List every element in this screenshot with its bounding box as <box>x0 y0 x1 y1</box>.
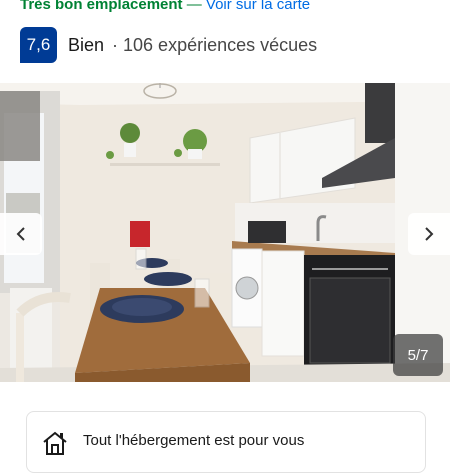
facility-text: Tout l'hébergement est pour vous <box>83 432 305 449</box>
reviews-count[interactable]: · 106 expériences vécues <box>112 35 317 56</box>
facility-card: Tout l'hébergement est pour vous <box>26 411 426 473</box>
chevron-left-icon <box>16 227 25 241</box>
kitchen-photo-illustration <box>0 83 450 382</box>
next-photo-button[interactable] <box>408 213 450 255</box>
map-link[interactable]: Voir sur la carte <box>206 0 310 13</box>
score-badge: 7,6 <box>20 27 57 63</box>
rating-word: Bien <box>68 34 105 55</box>
location-highlight: Très bon emplacement — Voir sur la carte <box>20 0 310 15</box>
chevron-right-icon <box>425 227 434 241</box>
previous-photo-button[interactable] <box>0 213 42 255</box>
separator: — <box>182 0 206 13</box>
property-photo[interactable]: 5/7 <box>0 83 450 382</box>
rating-row: 7,6 Bien · 106 expériences vécues <box>20 27 317 63</box>
photo-counter: 5/7 <box>393 334 443 376</box>
location-rating-text: Très bon emplacement <box>20 0 183 13</box>
house-icon <box>43 431 67 455</box>
